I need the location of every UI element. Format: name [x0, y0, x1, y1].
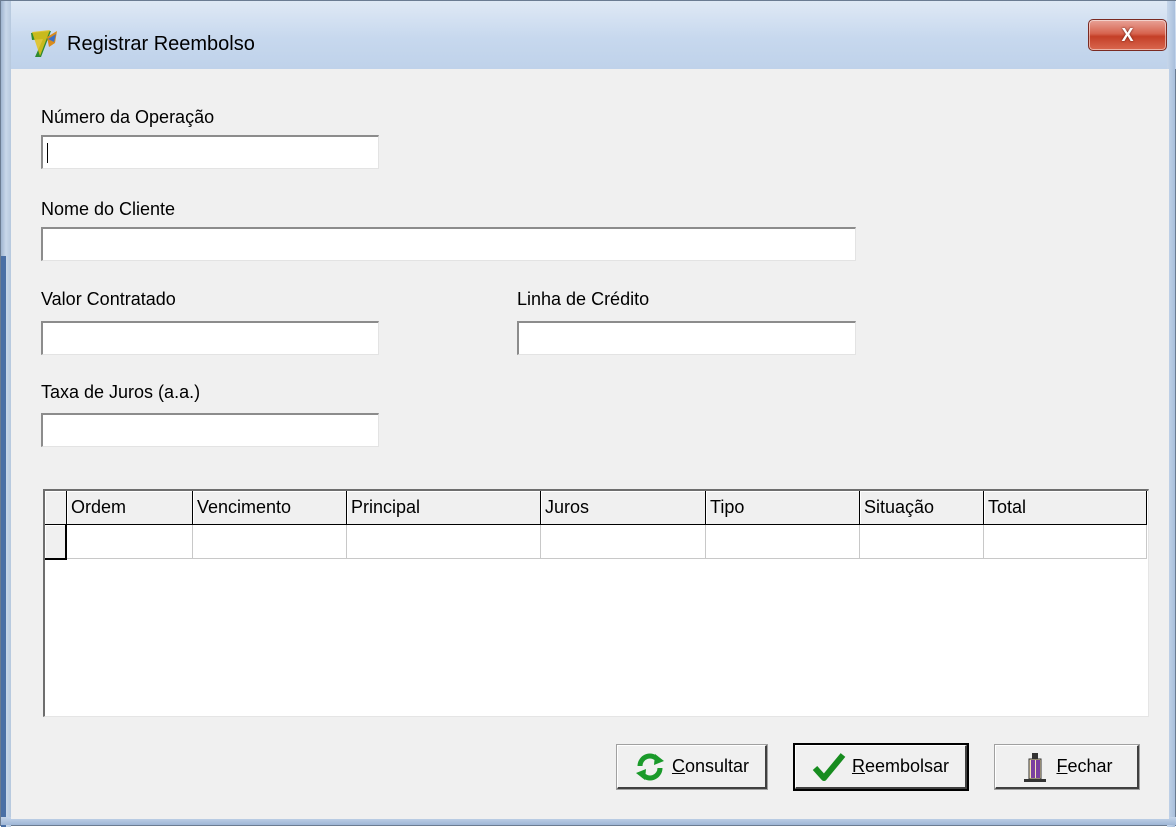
text-cursor	[47, 143, 48, 163]
table-cell[interactable]	[541, 525, 706, 559]
table-cell[interactable]	[860, 525, 984, 559]
linha-credito-label: Linha de Crédito	[517, 289, 650, 309]
close-button[interactable]: X	[1088, 19, 1167, 51]
reembolsar-button[interactable]: Reembolsar	[793, 743, 969, 791]
nome-cliente-input[interactable]	[41, 227, 856, 261]
registrar-reembolso-window: Registrar Reembolso X Número da Operação…	[0, 0, 1176, 827]
numero-operacao-input[interactable]	[41, 135, 379, 169]
column-header-tipo[interactable]: Tipo	[706, 491, 860, 525]
column-header-principal[interactable]: Principal	[347, 491, 541, 525]
column-header-juros[interactable]: Juros	[541, 491, 706, 525]
checkmark-icon	[812, 752, 846, 781]
fechar-label: Fechar	[1056, 756, 1113, 776]
table-cell[interactable]	[347, 525, 541, 559]
taxa-juros-label: Taxa de Juros (a.a.)	[41, 382, 201, 402]
nome-cliente-label: Nome do Cliente	[41, 199, 176, 219]
title-bar[interactable]: Registrar Reembolso X	[1, 1, 1176, 69]
table-cell[interactable]	[67, 525, 193, 559]
app-icon	[31, 30, 57, 57]
linha-credito-input[interactable]	[517, 321, 856, 355]
row-indicator[interactable]	[45, 525, 67, 560]
valor-contratado-label: Valor Contratado	[41, 289, 176, 309]
form-client-area: Número da Operação Nome do Cliente Valor…	[11, 69, 1169, 819]
table-cell[interactable]	[984, 525, 1147, 559]
numero-operacao-label: Número da Operação	[41, 107, 215, 127]
table-cell[interactable]	[193, 525, 347, 559]
grid-corner-cell	[45, 491, 67, 525]
window-frame-left	[1, 1, 11, 827]
column-header-total[interactable]: Total	[984, 491, 1147, 525]
column-header-ordem[interactable]: Ordem	[67, 491, 193, 525]
consultar-label: Consultar	[671, 756, 750, 776]
reembolsar-label: Reembolsar	[851, 756, 950, 776]
valor-contratado-input[interactable]	[41, 321, 379, 355]
column-header-situacao[interactable]: Situação	[860, 491, 984, 525]
fechar-button[interactable]: Fechar	[994, 744, 1140, 790]
refresh-icon	[635, 753, 664, 780]
exit-door-icon	[1024, 752, 1047, 782]
window-title: Registrar Reembolso	[67, 33, 255, 55]
table-cell[interactable]	[706, 525, 860, 559]
column-header-vencimento[interactable]: Vencimento	[193, 491, 347, 525]
parcelas-grid[interactable]: Ordem Vencimento Principal Juros Tipo Si…	[43, 489, 1149, 717]
taxa-juros-input[interactable]	[41, 413, 379, 447]
close-icon: X	[1121, 25, 1134, 45]
consultar-button[interactable]: Consultar	[616, 744, 768, 790]
